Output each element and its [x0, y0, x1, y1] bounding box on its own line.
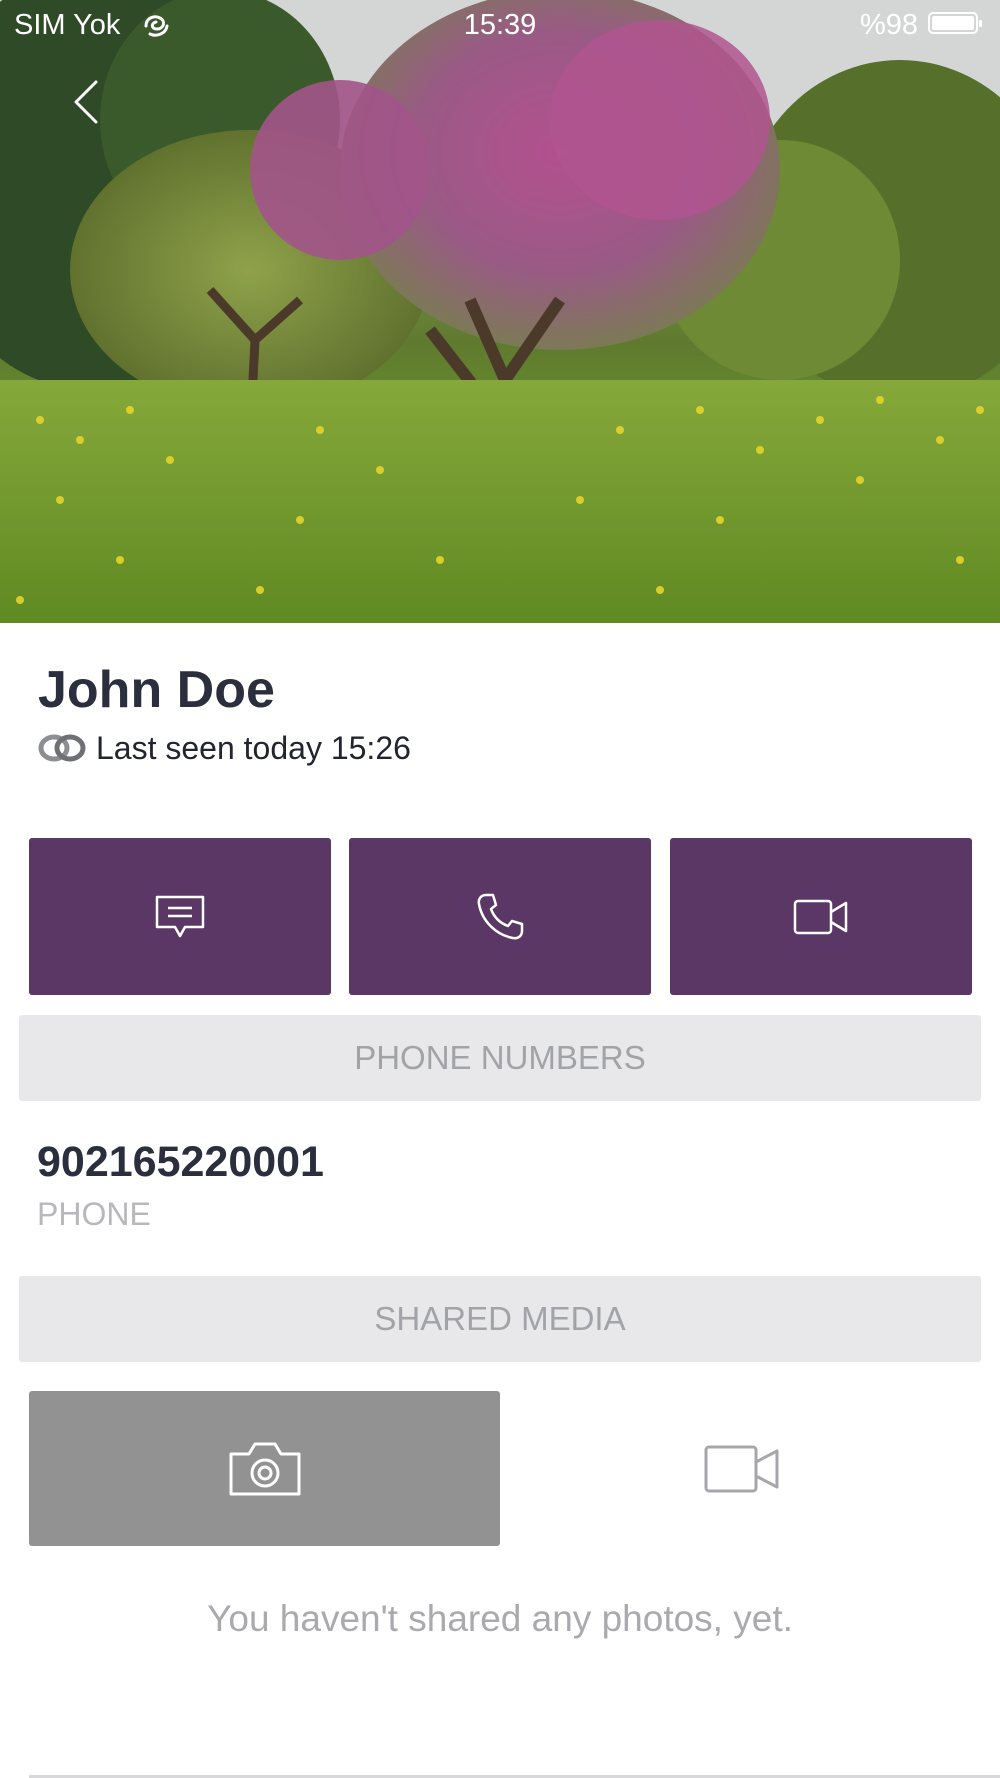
nature-photo — [0, 0, 1000, 623]
shared-media-header: SHARED MEDIA — [19, 1276, 981, 1362]
photos-tab[interactable] — [29, 1391, 500, 1546]
battery-percent: %98 — [859, 9, 918, 41]
message-button[interactable] — [29, 838, 331, 995]
status-time: 15:39 — [463, 9, 537, 41]
battery-icon — [928, 12, 982, 34]
phone-number[interactable]: 902165220001 — [37, 1138, 324, 1187]
back-button[interactable] — [60, 68, 112, 134]
action-buttons — [0, 838, 1000, 995]
message-icon — [155, 895, 205, 937]
contact-cover-photo: SIM Yok 15:39 %98 — [0, 0, 1000, 623]
video-call-button[interactable] — [670, 838, 972, 995]
status-bar: SIM Yok 15:39 %98 — [0, 0, 1000, 50]
video-camera-icon — [793, 899, 848, 934]
phone-icon — [477, 893, 524, 939]
empty-media-message: You haven't shared any photos, yet. — [207, 1598, 793, 1639]
video-camera-icon — [704, 1445, 778, 1492]
last-seen-text: Last seen today 15:26 — [96, 729, 411, 766]
call-button[interactable] — [349, 838, 651, 995]
phone-type-label: PHONE — [37, 1196, 151, 1232]
videos-tab[interactable] — [510, 1391, 973, 1546]
contact-name: John Doe — [38, 661, 275, 719]
chevron-left-icon — [74, 80, 98, 124]
last-seen-row: Last seen today 15:26 — [38, 728, 411, 768]
phone-numbers-header: PHONE NUMBERS — [19, 1015, 981, 1101]
viber-online-icon — [38, 734, 86, 762]
camera-icon — [229, 1442, 300, 1495]
